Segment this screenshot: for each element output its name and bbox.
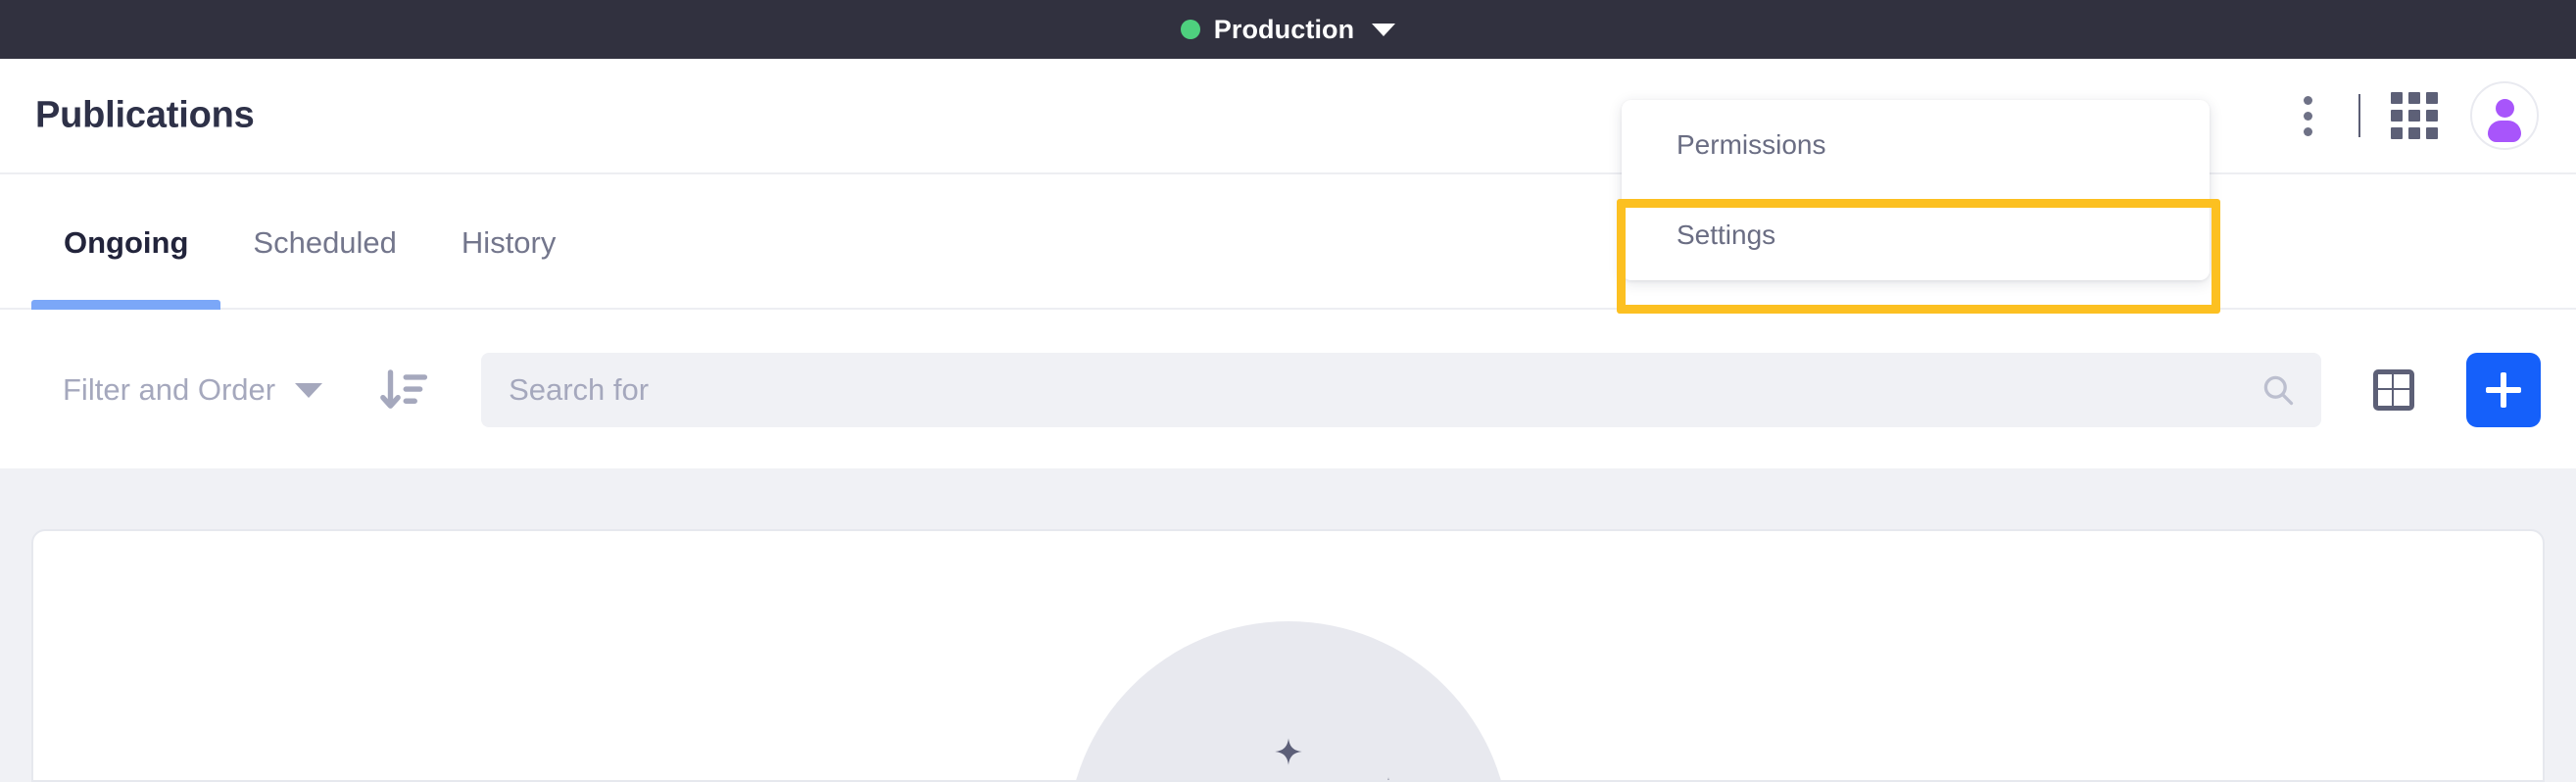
header-dropdown-menu: Permissions Settings [1622,100,2210,280]
sparkle-icon [1387,777,1388,780]
tab-label: Scheduled [253,225,397,260]
empty-state-illustration [1066,621,1510,780]
tab-scheduled[interactable]: Scheduled [220,176,429,310]
search-input[interactable] [481,372,2321,408]
page-title: Publications [35,94,255,136]
menu-item-label: Permissions [1677,129,1826,160]
grid-view-toggle[interactable] [2366,363,2421,417]
sort-descending-icon[interactable] [377,364,430,416]
sparkle-icon [1274,738,1302,765]
user-avatar-icon[interactable] [2470,81,2539,150]
toolbar: Filter and Order [0,312,2576,468]
filter-and-order-dropdown[interactable]: Filter and Order [63,372,323,408]
status-dot-icon [1180,20,1200,39]
tab-history[interactable]: History [429,176,588,310]
tab-label: History [461,225,557,260]
header-divider [2358,94,2360,137]
publications-card [31,529,2545,782]
filter-and-order-label: Filter and Order [63,372,276,407]
environment-label: Production [1213,14,1355,44]
header-actions [2280,81,2539,150]
chevron-down-icon [1372,23,1396,36]
more-vertical-icon[interactable] [2280,88,2335,143]
menu-item-permissions[interactable]: Permissions [1622,100,2210,190]
environment-bar: Production [0,0,2576,59]
tab-label: Ongoing [64,225,189,260]
menu-item-settings[interactable]: Settings [1622,190,2210,280]
add-publication-button[interactable] [2466,353,2541,427]
environment-selector[interactable]: Production [1180,14,1396,45]
menu-item-label: Settings [1677,220,1776,250]
search-field[interactable] [481,353,2321,427]
grid-view-icon [2373,369,2414,411]
kebab-dot [2303,126,2312,136]
kebab-dot [2303,111,2312,121]
tab-ongoing[interactable]: Ongoing [31,176,221,310]
kebab-dot [2303,95,2312,105]
apps-grid-icon[interactable] [2388,89,2441,142]
chevron-down-icon [295,382,323,398]
content-area [0,468,2576,782]
